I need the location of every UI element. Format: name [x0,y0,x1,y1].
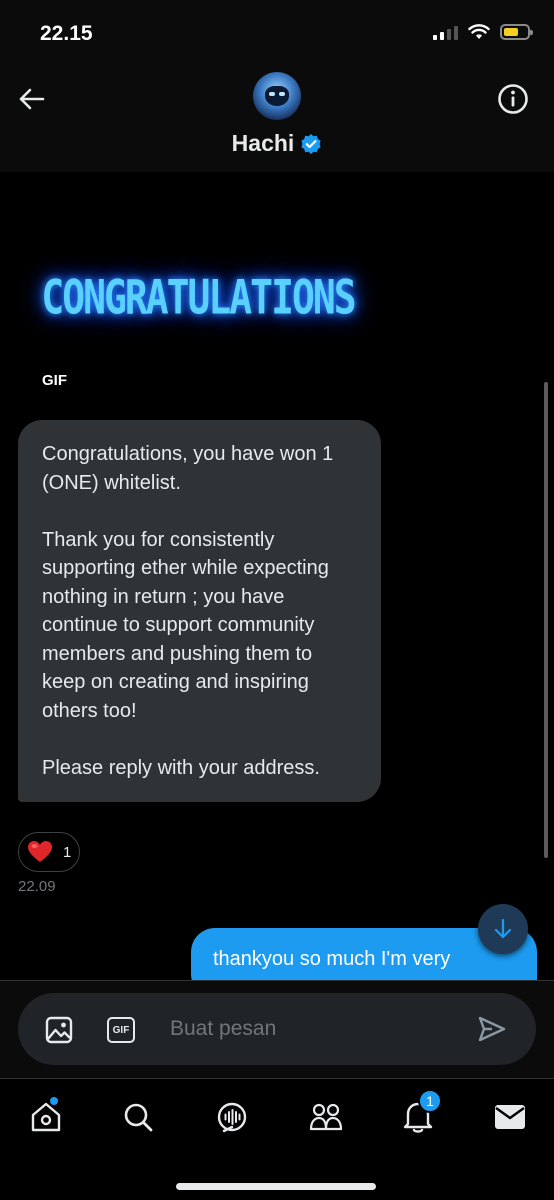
add-media-button[interactable] [44,1015,74,1045]
nav-messages[interactable] [488,1095,532,1139]
info-circle-icon [498,84,528,114]
arrow-left-icon [19,88,45,110]
communities-icon [309,1103,343,1131]
battery-icon [500,24,533,40]
reaction-chip[interactable]: 1 [18,832,80,872]
search-icon [124,1103,153,1132]
status-icons [433,24,533,40]
nav-home[interactable] [24,1095,68,1139]
gif-image-text: CONGRATULATIONS [41,269,356,325]
contact-name: Hachi [231,130,295,156]
gif-icon: GIF [107,1017,135,1043]
send-button[interactable] [476,1013,508,1045]
verified-badge-icon [301,133,321,154]
avatar[interactable] [253,72,301,120]
bottom-navigation: 1 [0,1078,554,1200]
send-icon [478,1016,506,1042]
home-indicator[interactable] [176,1183,376,1190]
nav-notifications[interactable]: 1 [396,1089,442,1139]
add-gif-button[interactable]: GIF [106,1015,136,1045]
conversation-area[interactable]: CONGRATULATIONS GIF Congratulations, you… [0,172,554,980]
nav-spaces[interactable] [210,1095,254,1139]
messages-icon [495,1105,525,1129]
gif-label: GIF [42,372,67,389]
spaces-icon [217,1102,247,1133]
info-button[interactable] [496,82,530,116]
message-input[interactable] [170,1011,460,1047]
composer-area: GIF [0,980,554,1078]
message-composer: GIF [18,993,536,1065]
received-message-bubble[interactable]: Congratulations, you have won 1 (ONE) wh… [18,420,381,802]
heart-emoji-icon [28,841,52,862]
image-icon [45,1016,73,1044]
status-bar: 22.15 [0,0,554,64]
home-notification-dot [50,1097,58,1105]
gif-message[interactable]: CONGRATULATIONS [18,232,378,362]
reaction-count: 1 [63,843,72,861]
arrow-down-icon [494,918,512,939]
battery-level [504,28,518,36]
back-button[interactable] [14,82,48,116]
message-timestamp: 22.09 [18,878,56,895]
wifi-icon [468,24,490,39]
signal-icon [433,24,458,40]
avatar-face [265,86,289,106]
nav-communities[interactable] [304,1095,348,1139]
header-title[interactable]: Hachi [0,130,554,157]
nav-search[interactable] [116,1095,160,1139]
notification-badge: 1 [418,1089,442,1113]
status-time: 22.15 [40,22,93,45]
home-icon [31,1102,61,1132]
scroll-to-bottom-button[interactable] [478,904,528,954]
conversation-header: Hachi [0,64,554,172]
scrollbar[interactable] [544,382,548,858]
